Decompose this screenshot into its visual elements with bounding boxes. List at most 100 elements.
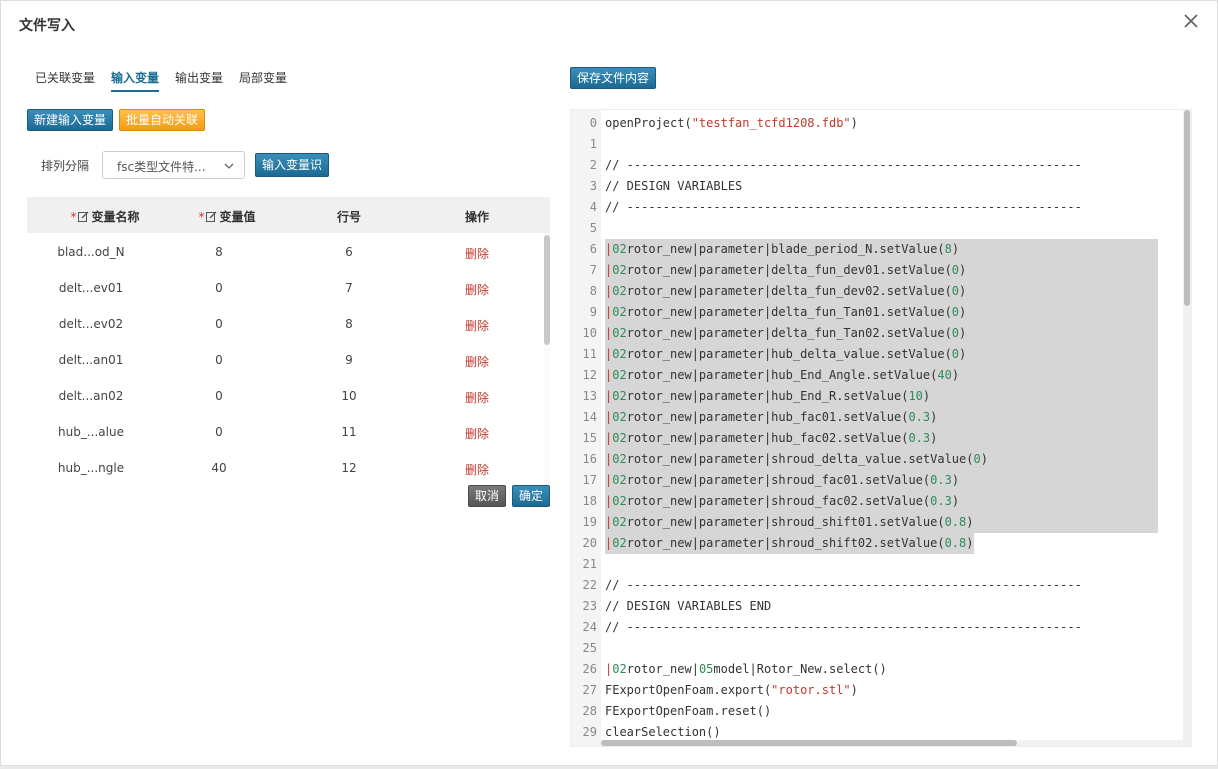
code-line[interactable]: 12 |02rotor_new|parameter|hub_End_Angle.s… bbox=[571, 365, 1191, 386]
line-number: 13 bbox=[582, 389, 597, 403]
line-number: 14 bbox=[582, 410, 597, 424]
code-line[interactable]: 5 bbox=[571, 218, 1191, 239]
code-line[interactable]: 9 |02rotor_new|parameter|delta_fun_Tan01.… bbox=[571, 302, 1191, 323]
code-line[interactable]: 2 // ------------------------------------… bbox=[571, 155, 1191, 176]
variable-name-cell[interactable]: delt...ev01 bbox=[41, 281, 141, 295]
code-line[interactable]: 10 |02rotor_new|parameter|delta_fun_Tan02… bbox=[571, 323, 1191, 344]
line-number: 7 bbox=[589, 263, 597, 277]
input-variable-identify-button[interactable]: 输入变量识 bbox=[255, 153, 330, 177]
code-text: |02rotor_new|parameter|hub_End_Angle.set… bbox=[605, 365, 1158, 386]
variable-value-cell[interactable]: 0 bbox=[199, 317, 239, 331]
code-text: FExportOpenFoam.export("rotor.stl") bbox=[605, 683, 858, 697]
code-text: |02rotor_new|parameter|blade_period_N.se… bbox=[605, 239, 1158, 260]
separator-select[interactable]: fsc类型文件特... bbox=[102, 151, 245, 179]
tab-linked-variables[interactable]: 已关联变量 bbox=[35, 69, 95, 92]
code-line[interactable]: 7 |02rotor_new|parameter|delta_fun_dev01.… bbox=[571, 260, 1191, 281]
delete-link[interactable]: 删除 bbox=[457, 353, 497, 370]
line-number: 28 bbox=[582, 704, 597, 718]
delete-link[interactable]: 删除 bbox=[457, 461, 497, 478]
code-line[interactable]: 17 |02rotor_new|parameter|shroud_fac01.se… bbox=[571, 470, 1191, 491]
line-number-cell: 12 bbox=[341, 461, 357, 475]
code-line[interactable]: 28 FExportOpenFoam.reset() bbox=[571, 701, 1191, 722]
header-variable-name: * 变量名称 bbox=[70, 210, 140, 224]
variable-value-cell[interactable]: 0 bbox=[199, 281, 239, 295]
delete-link[interactable]: 删除 bbox=[457, 281, 497, 298]
line-number: 25 bbox=[582, 641, 597, 655]
editor-horizontal-scrollbar[interactable] bbox=[601, 740, 1185, 746]
code-line[interactable]: 18 |02rotor_new|parameter|shroud_fac02.se… bbox=[571, 491, 1191, 512]
header-action: 操作 bbox=[464, 210, 489, 224]
variable-value-cell[interactable]: 40 bbox=[199, 461, 239, 475]
line-number: 1 bbox=[589, 137, 597, 151]
table-scrollbar-thumb[interactable] bbox=[544, 235, 550, 345]
code-line[interactable]: 20 |02rotor_new|parameter|shroud_shift02.… bbox=[571, 533, 1191, 554]
variable-value-cell[interactable]: 0 bbox=[199, 425, 239, 439]
code-line[interactable]: 16 |02rotor_new|parameter|shroud_delta_va… bbox=[571, 449, 1191, 470]
line-number: 17 bbox=[582, 473, 597, 487]
header-variable-value: * 变量值 bbox=[198, 210, 256, 224]
variable-name-cell[interactable]: delt...an01 bbox=[41, 353, 141, 367]
code-text: |02rotor_new|parameter|hub_End_R.setValu… bbox=[605, 386, 1158, 407]
code-line[interactable]: 26 |02rotor_new|05model|Rotor_New.select(… bbox=[571, 659, 1191, 680]
table-row: delt...an01 0 9 删除 bbox=[27, 341, 550, 377]
line-number: 16 bbox=[582, 452, 597, 466]
tab-local-variables[interactable]: 局部变量 bbox=[239, 69, 287, 92]
code-line[interactable]: 15 |02rotor_new|parameter|hub_fac02.setVa… bbox=[571, 428, 1191, 449]
code-editor[interactable]: 0 openProject("testfan_tcfd1208.fdb") 1 2//… bbox=[570, 109, 1192, 747]
line-number-cell: 6 bbox=[345, 245, 353, 259]
code-line[interactable]: 22 // -----------------------------------… bbox=[571, 575, 1191, 596]
delete-link[interactable]: 删除 bbox=[457, 245, 497, 262]
variable-value-cell[interactable]: 0 bbox=[199, 353, 239, 367]
chevron-down-icon bbox=[224, 163, 234, 169]
save-file-content-button[interactable]: 保存文件内容 bbox=[570, 67, 657, 89]
variable-value-cell[interactable]: 8 bbox=[199, 245, 239, 259]
tab-output-variables[interactable]: 输出变量 bbox=[175, 69, 223, 92]
delete-link[interactable]: 删除 bbox=[457, 425, 497, 442]
line-number: 22 bbox=[582, 578, 597, 592]
code-text: |02rotor_new|parameter|hub_fac01.setValu… bbox=[605, 407, 1158, 428]
tab-input-variables[interactable]: 输入变量 bbox=[111, 69, 160, 92]
code-text: // -------------------------------------… bbox=[605, 578, 1082, 592]
code-line[interactable]: 0 openProject("testfan_tcfd1208.fdb") bbox=[571, 113, 1191, 134]
sort-label: 排列分隔 bbox=[41, 159, 90, 173]
line-number: 6 bbox=[589, 242, 597, 256]
variable-name-cell[interactable]: delt...ev02 bbox=[41, 317, 141, 331]
code-text: |02rotor_new|parameter|shroud_fac01.setV… bbox=[605, 470, 1158, 491]
line-number: 29 bbox=[582, 725, 597, 739]
new-input-variable-button[interactable]: 新建输入变量 bbox=[27, 109, 114, 131]
editor-vertical-scrollbar[interactable] bbox=[1183, 110, 1191, 746]
line-number: 4 bbox=[589, 200, 597, 214]
code-line[interactable]: 6 |02rotor_new|parameter|blade_period_N.s… bbox=[571, 239, 1191, 260]
code-line[interactable]: 3 // DESIGN VARIABLES bbox=[571, 176, 1191, 197]
variable-name-cell[interactable]: hub_...alue bbox=[41, 425, 141, 439]
cancel-button[interactable]: 取消 bbox=[468, 485, 507, 507]
delete-link[interactable]: 删除 bbox=[457, 317, 497, 334]
code-line[interactable]: 23 // DESIGN VARIABLES END bbox=[571, 596, 1191, 617]
editor-horizontal-scrollbar-thumb[interactable] bbox=[601, 740, 1017, 746]
variable-name-cell[interactable]: blad...od_N bbox=[41, 245, 141, 259]
code-line[interactable]: 19 |02rotor_new|parameter|shroud_shift01.… bbox=[571, 512, 1191, 533]
line-number-cell: 10 bbox=[341, 389, 357, 403]
code-line[interactable]: 27 FExportOpenFoam.export("rotor.stl") bbox=[571, 680, 1191, 701]
code-line[interactable]: 24 // -----------------------------------… bbox=[571, 617, 1191, 638]
code-line[interactable]: 13 |02rotor_new|parameter|hub_End_R.setVa… bbox=[571, 386, 1191, 407]
code-line[interactable]: 1 bbox=[571, 134, 1191, 155]
table-scrollbar[interactable] bbox=[544, 233, 550, 485]
close-icon[interactable] bbox=[1181, 11, 1201, 31]
line-number-cell: 7 bbox=[345, 281, 353, 295]
code-line[interactable]: 25 bbox=[571, 638, 1191, 659]
batch-auto-link-button[interactable]: 批量自动关联 bbox=[119, 109, 206, 131]
code-line[interactable]: 4 // ------------------------------------… bbox=[571, 197, 1191, 218]
variable-value-cell[interactable]: 0 bbox=[199, 389, 239, 403]
confirm-button[interactable]: 确定 bbox=[512, 485, 551, 507]
code-line[interactable]: 8 |02rotor_new|parameter|delta_fun_dev02.… bbox=[571, 281, 1191, 302]
code-line[interactable]: 11 |02rotor_new|parameter|hub_delta_value… bbox=[571, 344, 1191, 365]
variable-name-cell[interactable]: hub_...ngle bbox=[41, 461, 141, 475]
line-number: 20 bbox=[582, 536, 597, 550]
code-line[interactable]: 21 bbox=[571, 554, 1191, 575]
editor-vertical-scrollbar-thumb[interactable] bbox=[1184, 110, 1190, 306]
code-line[interactable]: 14 |02rotor_new|parameter|hub_fac01.setVa… bbox=[571, 407, 1191, 428]
line-number: 15 bbox=[582, 431, 597, 445]
delete-link[interactable]: 删除 bbox=[457, 389, 497, 406]
variable-name-cell[interactable]: delt...an02 bbox=[41, 389, 141, 403]
